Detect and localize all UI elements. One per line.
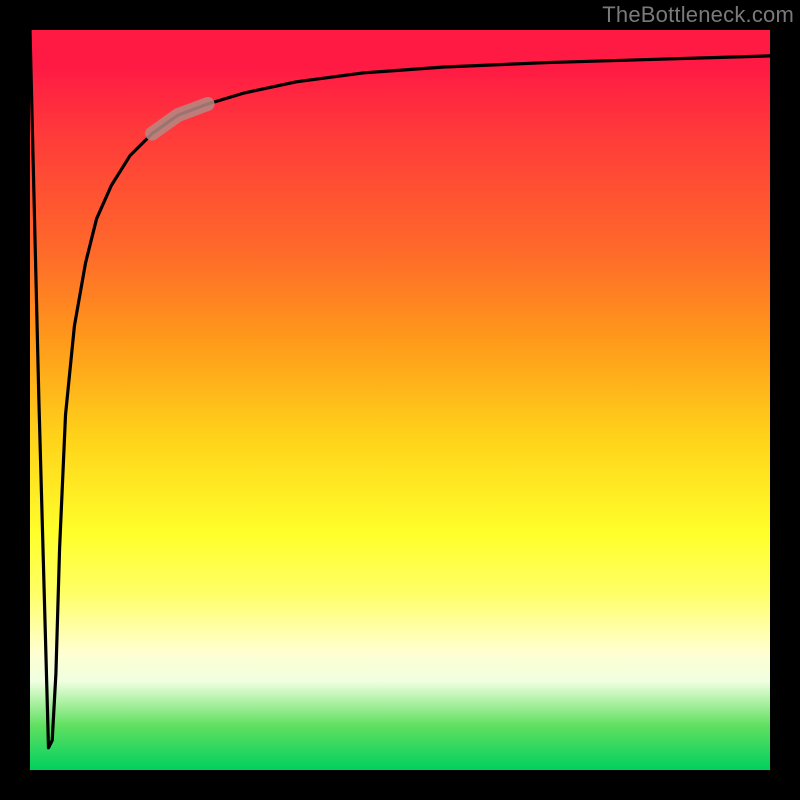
plot-area — [30, 30, 770, 770]
curve-svg — [30, 30, 770, 770]
chart-frame: TheBottleneck.com — [0, 0, 800, 800]
highlight-segment — [152, 104, 208, 134]
main-curve — [30, 30, 770, 748]
watermark-text: TheBottleneck.com — [602, 2, 794, 28]
